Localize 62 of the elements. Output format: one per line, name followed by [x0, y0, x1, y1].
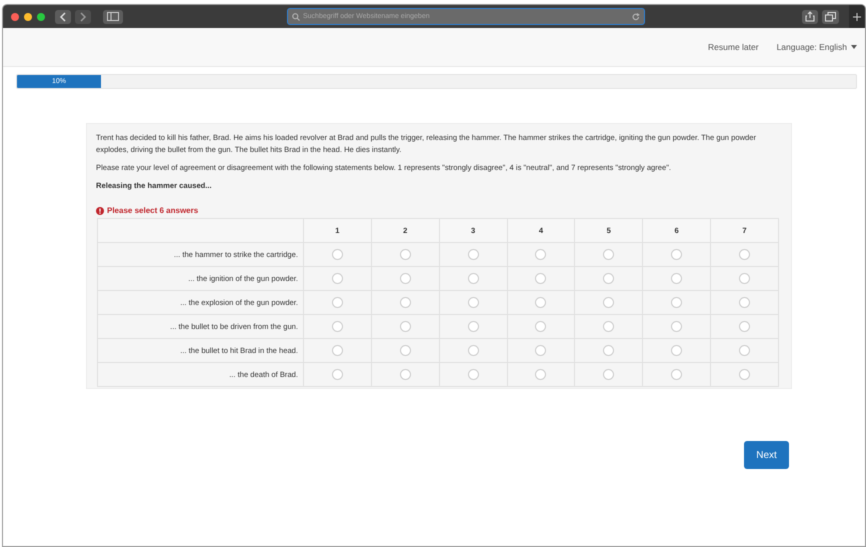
radio-button[interactable]: [739, 249, 750, 260]
radio-button[interactable]: [332, 249, 343, 260]
radio-button[interactable]: [468, 297, 479, 308]
radio-button[interactable]: [739, 345, 750, 356]
error-icon: [96, 206, 104, 214]
radio-button[interactable]: [671, 345, 682, 356]
radio-button[interactable]: [468, 321, 479, 332]
search-icon: [292, 12, 300, 20]
radio-button[interactable]: [400, 249, 411, 260]
radio-button[interactable]: [603, 321, 614, 332]
radio-button[interactable]: [603, 369, 614, 380]
radio-button[interactable]: [400, 345, 411, 356]
radio-button[interactable]: [535, 273, 546, 284]
plus-icon: [853, 12, 861, 20]
radio-button[interactable]: [739, 321, 750, 332]
radio-button[interactable]: [535, 345, 546, 356]
radio-button[interactable]: [603, 345, 614, 356]
next-button[interactable]: Next: [744, 441, 789, 469]
radio-button[interactable]: [671, 249, 682, 260]
radio-button[interactable]: [400, 369, 411, 380]
close-icon[interactable]: [11, 12, 19, 20]
radio-button[interactable]: [739, 369, 750, 380]
radio-button[interactable]: [400, 273, 411, 284]
radio-button[interactable]: [535, 297, 546, 308]
back-button[interactable]: [55, 10, 71, 24]
radio-button[interactable]: [535, 249, 546, 260]
radio-button[interactable]: [332, 345, 343, 356]
radio-button[interactable]: [671, 273, 682, 284]
resume-later-link[interactable]: Resume later: [708, 42, 759, 52]
radio-button[interactable]: [332, 273, 343, 284]
error-message: Please select 6 answers: [107, 206, 198, 215]
radio-button[interactable]: [603, 297, 614, 308]
radio-button[interactable]: [739, 297, 750, 308]
minimize-icon[interactable]: [24, 12, 32, 20]
tabs-button[interactable]: [822, 10, 839, 24]
chevron-right-icon: [79, 12, 87, 22]
caret-icon: [851, 45, 857, 49]
radio-button[interactable]: [671, 369, 682, 380]
radio-button[interactable]: [739, 273, 750, 284]
reload-icon[interactable]: [632, 12, 640, 20]
radio-button[interactable]: [468, 249, 479, 260]
radio-button[interactable]: [603, 249, 614, 260]
sidebar-button[interactable]: [103, 10, 123, 24]
radio-button[interactable]: [332, 321, 343, 332]
radio-button[interactable]: [671, 321, 682, 332]
radio-button[interactable]: [400, 321, 411, 332]
radio-button[interactable]: [400, 297, 411, 308]
new-tab-button[interactable]: [849, 5, 865, 28]
language-dropdown[interactable]: Language: English: [776, 42, 857, 52]
forward-button[interactable]: [75, 10, 91, 24]
chevron-left-icon: [59, 12, 67, 22]
radio-button[interactable]: [671, 297, 682, 308]
share-button[interactable]: [802, 10, 818, 24]
radio-button[interactable]: [468, 369, 479, 380]
radio-button[interactable]: [468, 345, 479, 356]
radio-button[interactable]: [468, 273, 479, 284]
maximize-icon[interactable]: [37, 12, 45, 20]
radio-button[interactable]: [603, 273, 614, 284]
radio-button[interactable]: [535, 369, 546, 380]
radio-button[interactable]: [332, 369, 343, 380]
radio-button[interactable]: [332, 297, 343, 308]
radio-button[interactable]: [535, 321, 546, 332]
